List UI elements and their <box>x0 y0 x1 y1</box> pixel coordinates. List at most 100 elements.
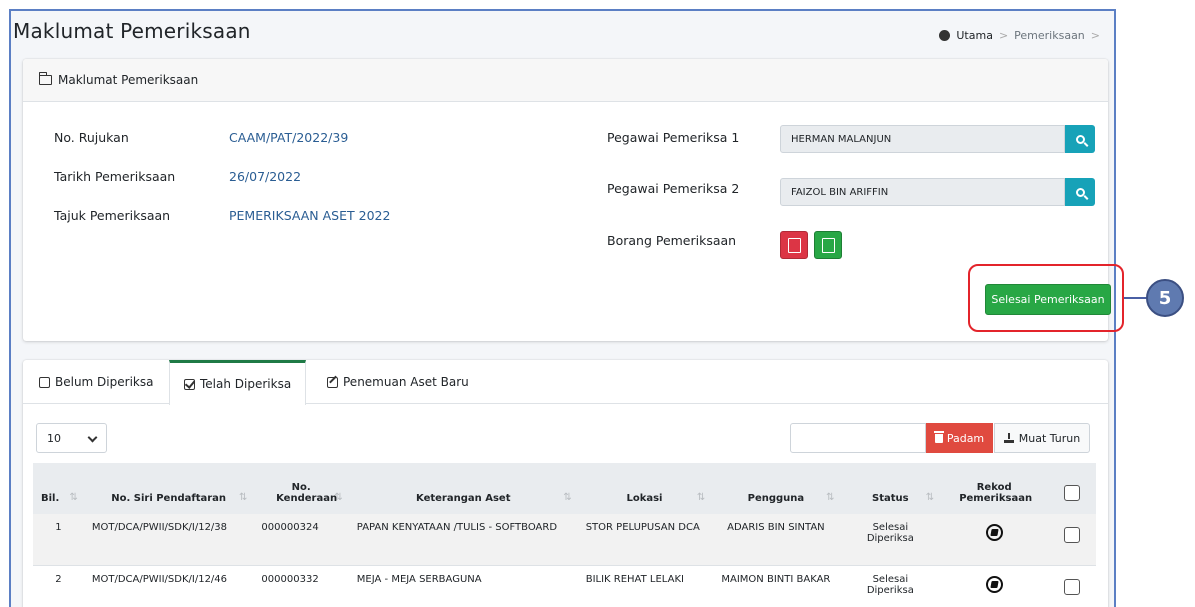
pegawai-1-field[interactable]: HERMAN MALANJUN <box>780 125 1065 153</box>
row-checkbox[interactable] <box>1064 527 1081 543</box>
cell-no-siri: MOT/DCA/PWII/SDK/I/12/46 <box>83 565 254 607</box>
table-row: 2 MOT/DCA/PWII/SDK/I/12/46 000000332 MEJ… <box>33 565 1096 607</box>
page-length-select[interactable]: 10 <box>36 423 107 453</box>
col-lokasi[interactable]: Lokasi ⇅ <box>577 463 712 514</box>
callout-step-badge: 5 <box>1146 279 1184 317</box>
sort-icon: ⇅ <box>696 492 706 503</box>
col-label: No. Siri Pendaftaran <box>111 493 227 504</box>
col-label: Lokasi <box>626 493 663 504</box>
square-icon <box>39 376 50 388</box>
cell-keterangan: MEJA - MEJA SERBAGUNA <box>348 565 578 607</box>
breadcrumb-home-link[interactable]: Utama <box>956 29 993 42</box>
col-label: Status <box>872 493 909 504</box>
value-tarikh: 26/07/2022 <box>229 169 302 184</box>
pdf-export-button[interactable] <box>814 231 842 259</box>
col-select-all <box>1048 463 1096 514</box>
value-no-rujukan: CAAM/PAT/2022/39 <box>229 130 349 145</box>
cell-select <box>1048 514 1096 566</box>
col-label: Keterangan Aset <box>416 493 511 504</box>
cell-status: Selesai Diperiksa <box>840 565 941 607</box>
cell-no-kenderaan: 000000332 <box>253 565 349 607</box>
col-label: Pengguna <box>747 493 805 504</box>
tab-label: Telah Diperiksa <box>200 377 292 391</box>
dashboard-icon <box>939 30 951 41</box>
info-card-header: Maklumat Pemeriksaan <box>23 59 1108 102</box>
col-pengguna[interactable]: Pengguna ⇅ <box>711 463 841 514</box>
col-rekod: Rekod Pemeriksaan <box>940 463 1049 514</box>
sort-icon: ⇅ <box>826 492 835 503</box>
cell-rekod <box>940 565 1049 607</box>
check-square-icon <box>184 378 195 390</box>
tab-telah-diperiksa[interactable]: Telah Diperiksa <box>169 360 307 405</box>
breadcrumb-current: Pemeriksaan <box>1014 29 1085 42</box>
row-checkbox[interactable] <box>1064 578 1081 595</box>
cell-lokasi: BILIK REHAT LELAKI <box>577 565 712 607</box>
muat-turun-button[interactable]: Muat Turun <box>994 423 1090 453</box>
info-card-title: Maklumat Pemeriksaan <box>58 73 199 87</box>
cell-pengguna: ADARIS BIN SINTAN <box>711 514 841 566</box>
cell-status: Selesai Diperiksa <box>840 514 941 566</box>
label-borang: Borang Pemeriksaan <box>607 233 737 248</box>
trash-icon <box>933 430 944 443</box>
padam-label: Padam <box>946 431 985 445</box>
col-label: No. Kenderaan <box>276 482 338 504</box>
page-title: Maklumat Pemeriksaan <box>13 19 251 43</box>
label-pegawai-1: Pegawai Pemeriksa 1 <box>607 130 740 145</box>
label-tarikh: Tarikh Pemeriksaan <box>54 169 176 184</box>
value-tajuk: PEMERIKSAAN ASET 2022 <box>229 208 391 223</box>
edit-icon <box>327 376 338 388</box>
label-tajuk: Tajuk Pemeriksaan <box>54 208 171 223</box>
cell-no-siri: MOT/DCA/PWII/SDK/I/12/38 <box>83 514 254 566</box>
cell-bil: 2 <box>33 565 84 607</box>
sort-icon: ⇅ <box>334 492 343 503</box>
col-bil[interactable]: Bil. ⇅ <box>33 463 84 514</box>
pegawai-2-field[interactable]: FAIZOL BIN ARIFFIN <box>780 178 1065 206</box>
download-icon <box>1003 433 1014 443</box>
file-pdf-icon <box>821 237 835 253</box>
breadcrumb: Utama > Pemeriksaan > <box>939 29 1100 42</box>
info-card: Maklumat Pemeriksaan No. Rujukan CAAM/PA… <box>23 59 1111 341</box>
table-row: 1 MOT/DCA/PWII/SDK/I/12/38 000000324 PAP… <box>33 514 1096 566</box>
col-no-kenderaan[interactable]: No. Kenderaan ⇅ <box>253 463 349 514</box>
assets-table: Bil. ⇅ No. Siri Pendaftaran ⇅ No. Kenderaa… <box>33 463 1096 607</box>
label-no-rujukan: No. Rujukan <box>54 130 129 145</box>
select-all-checkbox[interactable] <box>1064 485 1081 501</box>
tab-bar: Belum Diperiksa Telah Diperiksa Penemuan… <box>23 360 1108 405</box>
search-pegawai-2-button[interactable] <box>1065 178 1095 206</box>
cell-lokasi: STOR PELUPUSAN DCA <box>577 514 712 566</box>
page-length-value: 10 <box>47 431 61 445</box>
tab-label: Penemuan Aset Baru <box>343 375 469 389</box>
cell-keterangan: PAPAN KENYATAAN /TULIS - SOFTBOARD <box>348 514 578 566</box>
breadcrumb-separator: > <box>1090 29 1100 42</box>
cell-pengguna: MAIMON BINTI BAKAR <box>711 565 841 607</box>
folder-icon <box>39 72 52 85</box>
assets-card: Belum Diperiksa Telah Diperiksa Penemuan… <box>23 360 1108 607</box>
col-label: Bil. <box>41 493 60 504</box>
col-status[interactable]: Status ⇅ <box>840 463 941 514</box>
cell-no-kenderaan: 000000324 <box>253 514 349 566</box>
search-icon <box>1075 134 1085 144</box>
sort-icon: ⇅ <box>925 492 935 503</box>
cell-select <box>1048 565 1096 607</box>
table-header-row: Bil. ⇅ No. Siri Pendaftaran ⇅ No. Kenderaa… <box>33 463 1096 514</box>
app-frame: Maklumat Pemeriksaan Utama > Pemeriksaan… <box>9 9 1116 607</box>
file-pdf-icon <box>787 237 801 253</box>
sort-icon: ⇅ <box>239 492 248 503</box>
search-icon <box>1075 187 1085 197</box>
tab-belum-diperiksa[interactable]: Belum Diperiksa <box>25 360 167 404</box>
label-pegawai-2: Pegawai Pemeriksa 2 <box>607 181 740 196</box>
cell-bil: 1 <box>33 514 84 566</box>
breadcrumb-separator: > <box>998 29 1009 42</box>
col-no-siri[interactable]: No. Siri Pendaftaran ⇅ <box>83 463 254 514</box>
pdf-download-button[interactable] <box>780 231 808 259</box>
tab-label: Belum Diperiksa <box>55 375 154 389</box>
record-icon[interactable] <box>985 524 1003 541</box>
search-input[interactable] <box>790 423 926 453</box>
col-keterangan[interactable]: Keterangan Aset ⇅ <box>348 463 578 514</box>
search-pegawai-1-button[interactable] <box>1065 125 1095 153</box>
cell-rekod <box>940 514 1049 566</box>
padam-button[interactable]: Padam <box>926 423 993 453</box>
callout-connector <box>1124 297 1148 299</box>
tab-penemuan-aset-baru[interactable]: Penemuan Aset Baru <box>313 360 483 404</box>
record-icon[interactable] <box>985 575 1003 593</box>
